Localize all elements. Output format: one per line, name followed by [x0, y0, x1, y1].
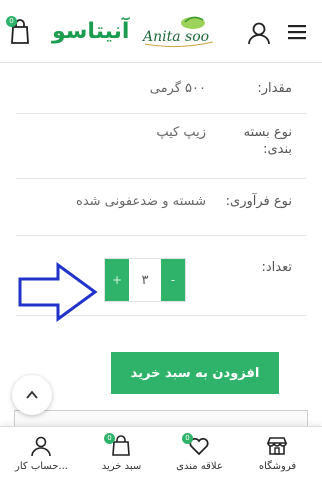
spec-value: زیپ کیپ: [156, 125, 206, 140]
quantity-increase-button[interactable]: +: [105, 259, 129, 301]
header-cart-count: 0: [6, 16, 17, 27]
header-cart-button[interactable]: 0: [6, 16, 34, 46]
site-header: 0 آنیتاسو Anita soo: [0, 0, 322, 63]
chevron-up-icon: [26, 390, 38, 399]
nav-label-shop: فروشگاه: [258, 461, 297, 472]
nav-label-account: حساب کار...: [15, 461, 68, 472]
logo-text: Anita soo: [141, 29, 209, 45]
spec-label: نوع فرآوری:: [225, 194, 292, 209]
wishlist-count-badge: 0: [182, 433, 193, 444]
nav-label-wishlist: علاقه مندی: [176, 461, 223, 472]
menu-button[interactable]: [286, 22, 308, 42]
annotation-arrow-icon: [18, 262, 98, 322]
bottom-navigation: فروشگاه 0 علاقه مندی 0 سبد خرید حساب کار…: [0, 426, 322, 483]
quantity-input[interactable]: [129, 259, 161, 301]
user-icon: [248, 22, 270, 45]
spec-row-package: نوع بسته بندی: زیپ کیپ: [16, 114, 306, 179]
nav-item-wishlist[interactable]: 0 علاقه مندی: [162, 427, 237, 483]
store-icon: [266, 437, 288, 455]
spec-value: شسته و ضدعفونی شده: [76, 194, 206, 209]
quantity-label: تعداد:: [261, 260, 293, 275]
spec-row-amount: مقدار: ۵۰۰ گرمی: [16, 62, 306, 114]
brand-logo: Anita soo: [141, 16, 214, 48]
site-title: آنیتاسو: [52, 19, 130, 44]
nav-item-cart[interactable]: 0 سبد خرید: [84, 427, 159, 483]
nav-item-shop[interactable]: فروشگاه: [240, 427, 315, 483]
add-to-cart-button[interactable]: افزودن به سبد خرید: [111, 352, 279, 394]
cart-count-badge: 0: [104, 433, 115, 444]
user-icon: [31, 436, 51, 457]
scroll-to-top-button[interactable]: [12, 375, 52, 415]
quantity-decrease-button[interactable]: -: [161, 259, 185, 301]
quantity-stepper: + -: [104, 258, 186, 302]
spec-label: نوع بسته بندی:: [243, 125, 292, 157]
spec-label: مقدار:: [257, 81, 292, 96]
nav-label-cart: سبد خرید: [101, 461, 142, 472]
brand-logo-link[interactable]: آنیتاسو Anita soo: [52, 14, 223, 50]
nav-item-account[interactable]: حساب کار...: [4, 427, 79, 483]
spec-row-processing: نوع فرآوری: شسته و ضدعفونی شده: [16, 179, 306, 236]
spec-value: ۵۰۰ گرمی: [149, 81, 206, 96]
account-button[interactable]: [246, 20, 272, 46]
hamburger-menu-icon: [288, 25, 306, 40]
